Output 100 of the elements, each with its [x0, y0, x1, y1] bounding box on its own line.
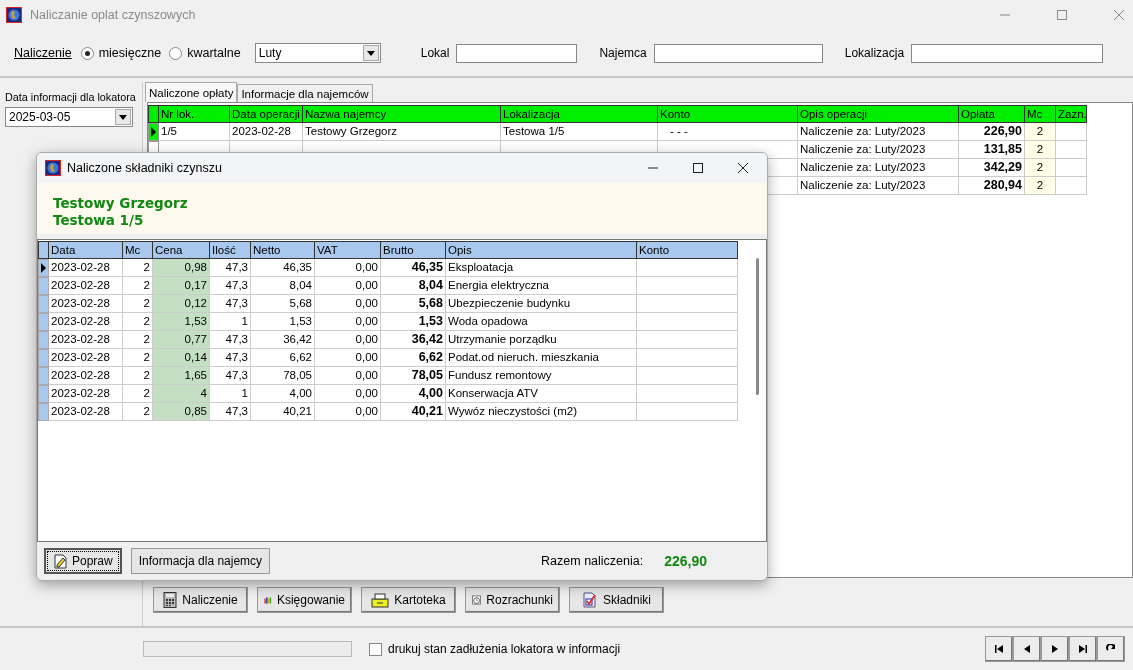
previous-icon	[1022, 644, 1032, 654]
field-label: Najemca	[599, 46, 647, 60]
table-cell: 2023-02-28	[49, 259, 123, 277]
table-cell: Utrzymanie porządku	[446, 331, 637, 349]
column-header[interactable]: Opis	[446, 241, 637, 259]
table-cell: 0,85	[153, 403, 210, 421]
date-combo[interactable]: 2025-03-05	[5, 107, 133, 127]
table-cell: 0,00	[315, 367, 381, 385]
table-cell: 0,17	[153, 277, 210, 295]
column-header[interactable]: Opłata	[959, 105, 1025, 123]
table-cell: 0,00	[315, 385, 381, 403]
column-header[interactable]: Brutto	[381, 241, 446, 259]
last-record-button[interactable]	[1069, 636, 1097, 662]
table-cell: Naliczenie za: Luty/2023	[798, 123, 959, 141]
toolbar-button[interactable]: Kartoteka	[361, 587, 456, 613]
table-cell: Fundusz remontowy	[446, 367, 637, 385]
table-cell: 1/5	[159, 123, 230, 141]
first-record-button[interactable]	[985, 636, 1013, 662]
table-cell: 2	[1025, 177, 1056, 195]
column-header[interactable]: Netto	[251, 241, 315, 259]
table-cell: 6,62	[381, 349, 446, 367]
column-header[interactable]: Nazwa najemcy	[303, 105, 501, 123]
checkbox-option[interactable]: drukuj stan zadłużenia lokatora w informacji	[369, 642, 621, 656]
table-cell: 0,12	[153, 295, 210, 313]
dialog-button[interactable]: Informacja dla najemcy	[130, 548, 271, 574]
column-header[interactable]: Mc	[123, 241, 153, 259]
row-indicator[interactable]	[38, 259, 49, 277]
tab[interactable]: Naliczone opłaty	[145, 82, 238, 102]
filter-field[interactable]	[653, 43, 823, 63]
column-header[interactable]: Zazn.	[1056, 105, 1087, 123]
close-icon[interactable]	[737, 162, 749, 174]
column-header[interactable]: Opis operacji	[798, 105, 959, 123]
column-header[interactable]: Cena	[153, 241, 210, 259]
column-header[interactable]: Lokalizacja	[501, 105, 658, 123]
table-cell: 1	[210, 313, 251, 331]
column-header[interactable]: Konto	[658, 105, 798, 123]
first-icon	[994, 644, 1004, 654]
table-cell: 47,3	[210, 367, 251, 385]
table-cell: 8,04	[251, 277, 315, 295]
column-header[interactable]: Ilość	[210, 241, 251, 259]
filter-field[interactable]	[456, 43, 578, 63]
column-header[interactable]: VAT	[315, 241, 381, 259]
table-cell: 47,3	[210, 259, 251, 277]
table-cell: 36,42	[251, 331, 315, 349]
radio-option[interactable]: kwartalne	[169, 46, 241, 60]
maximize-icon[interactable]	[692, 162, 704, 174]
table-cell: 46,35	[251, 259, 315, 277]
radio-option[interactable]: miesięczne	[80, 46, 162, 60]
previous-button[interactable]	[1013, 636, 1041, 662]
table-cell: 6,62	[251, 349, 315, 367]
table-cell: 2023-02-28	[49, 331, 123, 349]
column-header[interactable]: Nr lok.	[159, 105, 230, 123]
column-header[interactable]: Data	[49, 241, 123, 259]
table-cell: 78,05	[251, 367, 315, 385]
column-header[interactable]: Mc	[1025, 105, 1056, 123]
table-cell: 47,3	[210, 331, 251, 349]
table-cell: 2	[1025, 123, 1056, 141]
dialog-title: Naliczone składniki czynszu	[67, 161, 222, 175]
column-header[interactable]: Konto	[637, 241, 738, 259]
table-cell: Testowy Grzegorz	[303, 123, 501, 141]
globe-icon	[6, 7, 22, 23]
table-cell: 0,00	[315, 259, 381, 277]
dropdown-caret-icon	[366, 50, 375, 56]
grid-corner	[38, 241, 49, 259]
table-cell: 46,35	[381, 259, 446, 277]
period-combo[interactable]: Luty	[254, 43, 381, 63]
refresh-button[interactable]	[1097, 636, 1125, 662]
last-icon	[1078, 644, 1088, 654]
table-cell: 2023-02-28	[49, 295, 123, 313]
table-cell: 2023-02-28	[49, 367, 123, 385]
table-cell: Naliczenie za: Luty/2023	[798, 177, 959, 195]
column-header[interactable]: Data operacji	[230, 105, 303, 123]
drawer-icon	[371, 592, 390, 608]
table-cell: 2023-02-28	[49, 403, 123, 421]
filter-field[interactable]	[911, 43, 1104, 63]
table-cell: Naliczenie za: Luty/2023	[798, 159, 959, 177]
table-cell: Ubezpieczenie budynku	[446, 295, 637, 313]
scrollbar-thumb[interactable]	[756, 258, 759, 395]
tenant-location: Testowa 1/5	[53, 212, 145, 229]
edit-icon	[53, 553, 69, 569]
table-cell: 0,00	[315, 403, 381, 421]
table-cell: 40,21	[251, 403, 315, 421]
toolbar-button[interactable]: Naliczenie	[153, 587, 248, 613]
dialog-button[interactable]: Popraw	[44, 548, 122, 574]
total-label: Razem naliczenia:	[541, 554, 644, 568]
table-cell: 2023-02-28	[230, 123, 303, 141]
row-indicator[interactable]	[148, 123, 159, 141]
grid-corner	[148, 105, 159, 123]
toolbar-button[interactable]: Księgowanie	[257, 587, 352, 613]
table-cell: 1	[210, 385, 251, 403]
table-cell: 2023-02-28	[49, 349, 123, 367]
window-title: Naliczanie oplat czynszowych	[30, 8, 196, 22]
toolbar-button[interactable]: Rozrachunki	[465, 587, 560, 613]
table-cell: 47,3	[210, 349, 251, 367]
tab[interactable]: Informacje dla najemców	[237, 84, 373, 102]
table-cell: 1,53	[153, 313, 210, 331]
table-cell: Naliczenie za: Luty/2023	[798, 141, 959, 159]
next-button[interactable]	[1041, 636, 1069, 662]
table-cell: 2023-02-28	[49, 313, 123, 331]
toolbar-button[interactable]: Składniki	[569, 587, 664, 613]
